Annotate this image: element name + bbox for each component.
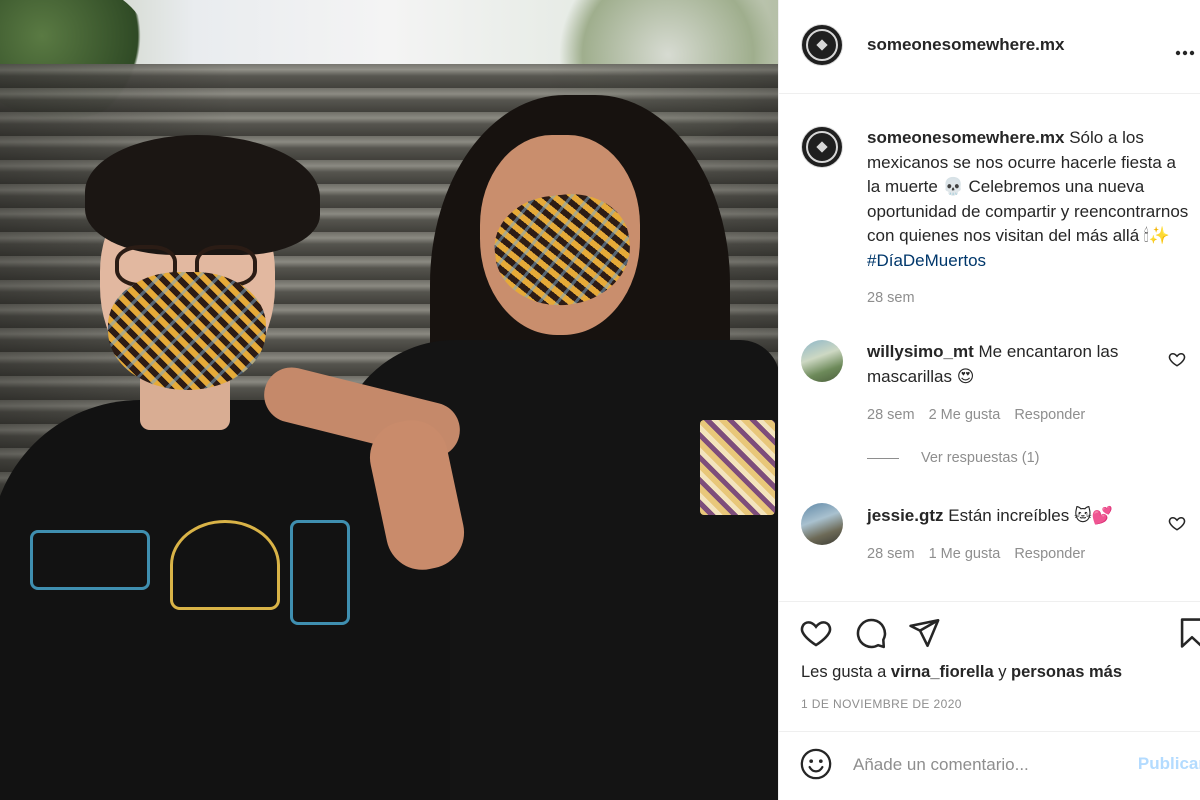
- header-username[interactable]: someonesomewhere.mx: [867, 35, 1064, 55]
- liked-by: Les gusta a virna_fiorella y personas má…: [801, 663, 1122, 682]
- embroidered-pocket: [700, 420, 775, 515]
- comment-meta: 28 sem 1 Me gusta Responder: [867, 546, 1099, 562]
- reply-button[interactable]: Responder: [1014, 407, 1085, 423]
- comment-text: jessie.gtz Están increíbles 🐱💕: [867, 504, 1167, 529]
- comment-age[interactable]: 28 sem: [867, 546, 915, 562]
- comment-body: Están increíbles 🐱💕: [943, 506, 1113, 525]
- shirt-embroidery: [20, 520, 360, 640]
- add-comment-bar: Publicar: [779, 731, 1200, 800]
- hashtag-link[interactable]: #DíaDeMuertos: [867, 251, 986, 270]
- heart-icon[interactable]: [1168, 350, 1186, 368]
- comment-likes[interactable]: 2 Me gusta: [929, 407, 1001, 423]
- caption-age[interactable]: 28 sem: [867, 290, 915, 306]
- post-header: someonesomewhere.mx: [779, 0, 1200, 94]
- comment-username[interactable]: willysimo_mt: [867, 342, 974, 361]
- post-actions: Les gusta a virna_fiorella y personas má…: [779, 601, 1200, 731]
- emoji-icon[interactable]: [799, 747, 833, 781]
- save-bookmark-icon[interactable]: [1175, 616, 1200, 650]
- comment-input[interactable]: [853, 752, 1113, 778]
- comment-avatar[interactable]: [801, 503, 843, 545]
- comment-likes[interactable]: 1 Me gusta: [929, 546, 1001, 562]
- post-photo[interactable]: [0, 0, 778, 800]
- view-replies[interactable]: Ver respuestas (1): [867, 450, 1039, 466]
- post-side-panel: someonesomewhere.mx someonesomewhere.mx …: [778, 0, 1200, 800]
- caption-username[interactable]: someonesomewhere.mx: [867, 128, 1064, 147]
- comment-meta: 28 sem 2 Me gusta Responder: [867, 407, 1099, 423]
- instagram-post-view: someonesomewhere.mx someonesomewhere.mx …: [0, 0, 1200, 800]
- comment-avatar[interactable]: [801, 340, 843, 382]
- more-horizontal-icon[interactable]: [1175, 36, 1195, 62]
- embroidered-mask-left: [108, 272, 266, 390]
- comment-age[interactable]: 28 sem: [867, 407, 915, 423]
- like-heart-icon[interactable]: [799, 616, 833, 650]
- view-replies-label[interactable]: Ver respuestas (1): [921, 450, 1039, 466]
- post-caption: someonesomewhere.mx Sólo a los mexicanos…: [867, 126, 1192, 273]
- liked-by-more[interactable]: personas más: [1011, 663, 1122, 681]
- liked-by-mid: y: [993, 663, 1012, 681]
- replies-line: [867, 457, 899, 459]
- post-comment-button[interactable]: Publicar: [1138, 754, 1200, 774]
- comment-text: willysimo_mt Me encantaron las mascarill…: [867, 340, 1167, 389]
- comment-bubble-icon[interactable]: [854, 616, 888, 650]
- share-send-icon[interactable]: [907, 616, 941, 650]
- comment-username[interactable]: jessie.gtz: [867, 506, 944, 525]
- embroidered-mask-right: [489, 188, 636, 312]
- person-left-hair: [85, 135, 320, 255]
- caption-avatar[interactable]: [801, 126, 843, 168]
- liked-by-prefix: Les gusta a: [801, 663, 891, 681]
- heart-icon[interactable]: [1168, 514, 1186, 532]
- account-avatar[interactable]: [801, 24, 843, 66]
- liked-by-user[interactable]: virna_fiorella: [891, 663, 994, 681]
- reply-button[interactable]: Responder: [1014, 546, 1085, 562]
- post-date[interactable]: 1 de noviembre de 2020: [801, 697, 962, 711]
